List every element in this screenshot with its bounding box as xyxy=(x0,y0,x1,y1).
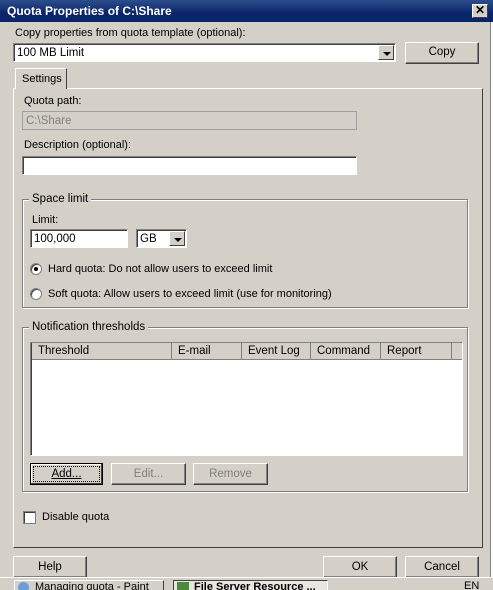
title-bar[interactable]: Quota Properties of C:\Share ✕ xyxy=(0,0,493,22)
description-input[interactable] xyxy=(22,156,357,175)
space-limit-legend: Space limit xyxy=(29,193,92,205)
description-label: Description (optional): xyxy=(24,139,131,151)
limit-label: Limit: xyxy=(32,214,59,226)
help-button[interactable]: Help xyxy=(13,556,87,578)
remove-button-label: Remove xyxy=(209,468,252,480)
soft-quota-radio[interactable] xyxy=(30,288,42,300)
limit-input[interactable]: 100,000 xyxy=(30,229,128,248)
template-label: Copy properties from quota template (opt… xyxy=(15,27,246,39)
ok-button-label: OK xyxy=(351,561,369,573)
quota-path-field: C:\Share xyxy=(22,111,357,130)
column-header-filler xyxy=(452,343,462,360)
ok-button[interactable]: OK xyxy=(323,556,397,578)
column-header-report[interactable]: Report xyxy=(381,343,452,360)
column-header-email[interactable]: E-mail xyxy=(172,343,242,360)
notification-legend: Notification thresholds xyxy=(29,321,149,333)
template-selected-value: 100 MB Limit xyxy=(17,47,85,59)
quota-path-label: Quota path: xyxy=(24,95,82,107)
hard-quota-radio[interactable] xyxy=(30,263,42,275)
edit-threshold-button[interactable]: Edit... xyxy=(111,463,186,485)
add-threshold-button[interactable]: Add... xyxy=(30,463,103,485)
cancel-button-label: Cancel xyxy=(424,561,460,573)
close-icon[interactable]: ✕ xyxy=(472,4,488,18)
column-header-threshold[interactable]: Threshold xyxy=(32,343,172,360)
chevron-down-icon[interactable] xyxy=(378,45,394,60)
copy-button-label: Copy xyxy=(428,46,456,58)
hard-quota-label[interactable]: Hard quota: Do not allow users to exceed… xyxy=(48,263,272,275)
disable-quota-checkbox[interactable] xyxy=(23,511,36,524)
column-header-command[interactable]: Command xyxy=(311,343,381,360)
unit-dropdown[interactable]: GB xyxy=(136,229,187,248)
add-button-label: Add... xyxy=(51,468,82,480)
column-header-event-log[interactable]: Event Log xyxy=(242,343,311,360)
disable-quota-label[interactable]: Disable quota xyxy=(42,511,109,523)
window-title: Quota Properties of C:\Share xyxy=(7,4,172,18)
unit-selected-value: GB xyxy=(140,233,157,245)
cancel-button[interactable]: Cancel xyxy=(405,556,479,578)
tab-settings[interactable]: Settings xyxy=(15,68,67,89)
help-button-label: Help xyxy=(38,561,62,573)
edit-button-label: Edit... xyxy=(133,468,164,480)
soft-quota-label[interactable]: Soft quota: Allow users to exceed limit … xyxy=(48,288,332,300)
template-dropdown[interactable]: 100 MB Limit xyxy=(13,43,396,62)
tab-settings-label: Settings xyxy=(22,73,62,85)
taskbar: Managing quota - Paint File Server Resou… xyxy=(0,577,493,590)
remove-threshold-button[interactable]: Remove xyxy=(193,463,268,485)
quota-properties-dialog: Quota Properties of C:\Share ✕ Copy prop… xyxy=(0,0,493,590)
thresholds-list[interactable]: Threshold E-mail Event Log Command Repor… xyxy=(30,342,463,456)
copy-button[interactable]: Copy xyxy=(405,42,479,64)
chevron-down-icon[interactable] xyxy=(169,231,185,246)
